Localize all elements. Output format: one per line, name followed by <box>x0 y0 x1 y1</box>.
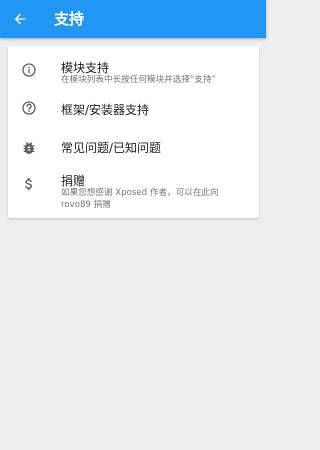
list-item-donate[interactable]: 捐赠 如果您想感谢 Xposed 作者，可以在此向 rovo89 捐赠 <box>8 168 259 218</box>
list-item-faq[interactable]: 常见问题/已知问题 <box>8 130 259 168</box>
item-subtitle: 在模块列表中长按任何模块并选择“支持” <box>61 75 216 85</box>
support-card: 模块支持 在模块列表中长按任何模块并选择“支持” 框架/安装器支持 常见问题/已… <box>8 46 259 218</box>
item-title: 框架/安装器支持 <box>61 103 150 117</box>
list-item-framework-support[interactable]: 框架/安装器支持 <box>8 90 259 130</box>
dollar-icon <box>21 176 37 192</box>
arrow-back-icon <box>14 13 26 25</box>
help-icon <box>21 100 37 116</box>
back-button[interactable] <box>8 7 32 31</box>
bug-icon <box>21 140 37 156</box>
item-subtitle: 如果您想感谢 Xposed 作者，可以在此向 rovo89 捐赠 <box>61 188 219 210</box>
list-item-module-support[interactable]: 模块支持 在模块列表中长按任何模块并选择“支持” <box>8 46 259 90</box>
app-bar: 支持 <box>0 0 266 38</box>
page-title: 支持 <box>54 10 85 28</box>
item-title: 常见问题/已知问题 <box>61 141 162 155</box>
info-icon <box>21 62 37 78</box>
